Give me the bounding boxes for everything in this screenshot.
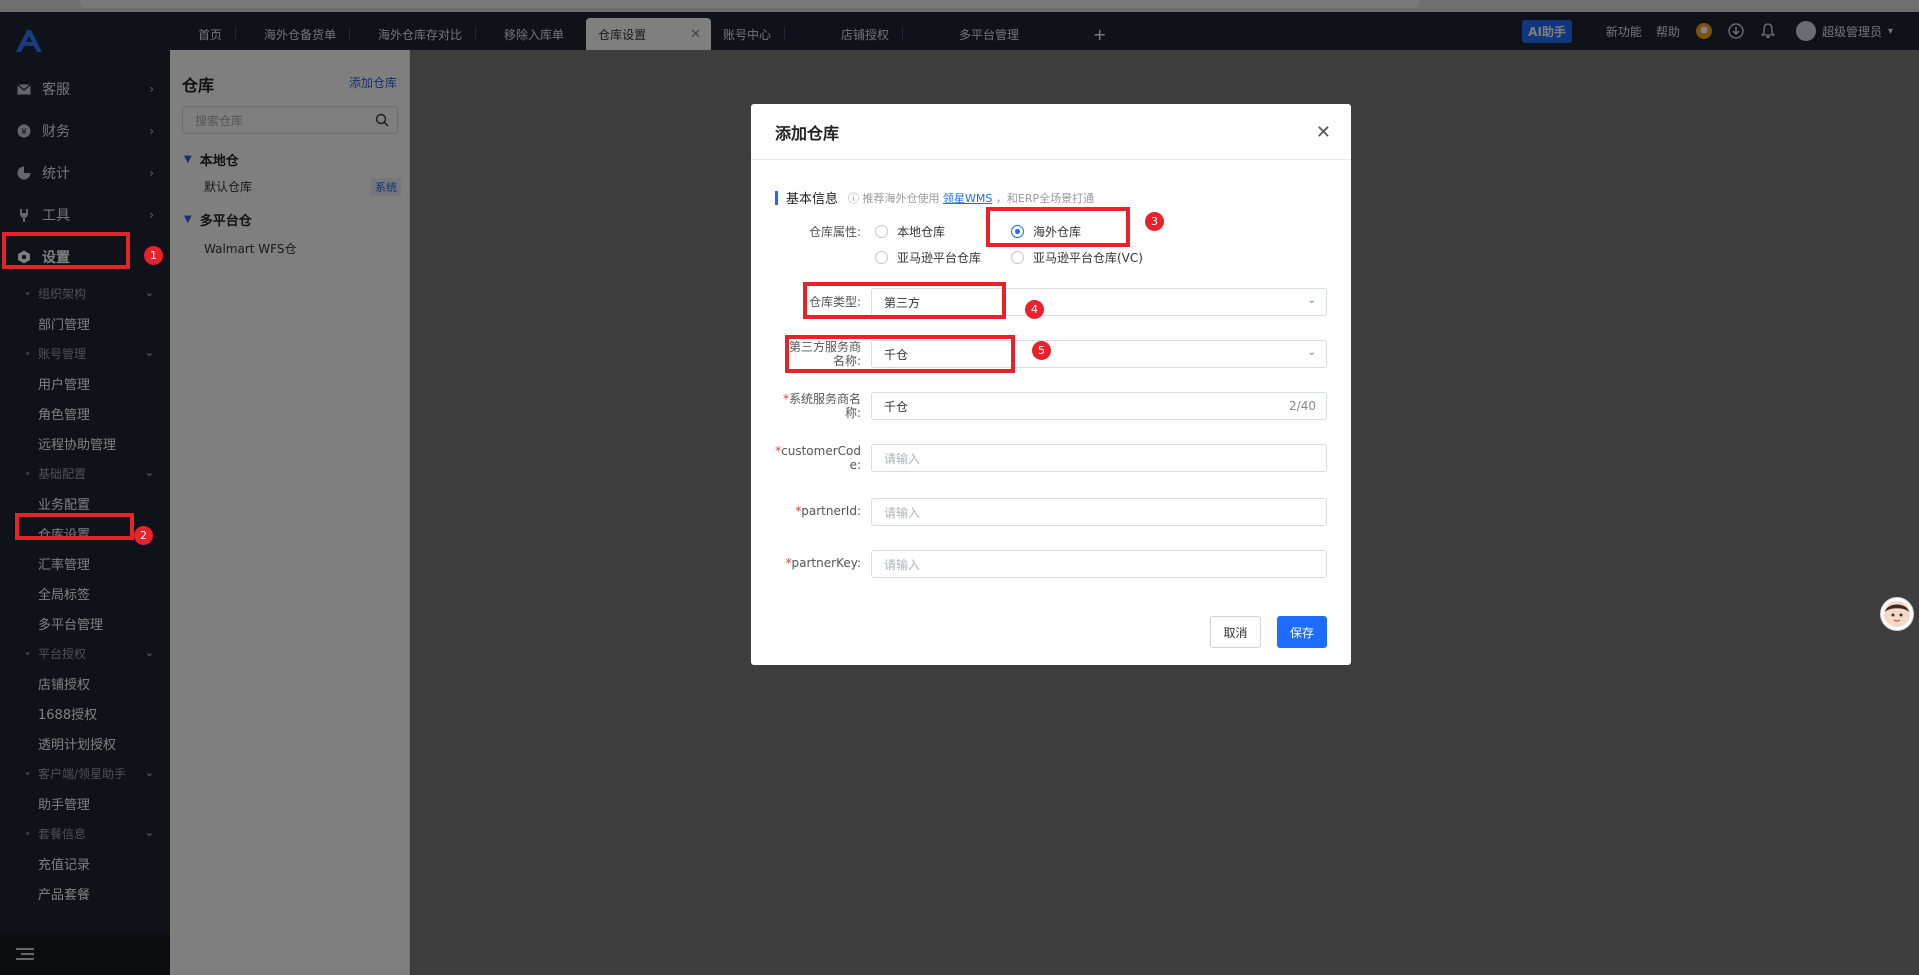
annotation-marker-5: 5	[1032, 341, 1051, 360]
wms-hint: ⓘ 推荐海外仓使用 领星WMS ，和ERP全场景打通	[848, 191, 1095, 205]
annotation-box-3	[986, 207, 1130, 247]
section-basic-info: 基本信息 ⓘ 推荐海外仓使用 领星WMS ，和ERP全场景打通	[775, 188, 1094, 207]
partner-id-label: *partnerId:	[795, 504, 861, 518]
partner-key-label: *partnerKey:	[785, 556, 861, 570]
radio-amazon-warehouse[interactable]: 亚马逊平台仓库	[875, 249, 981, 266]
annotation-marker-2: 2	[134, 526, 153, 545]
annotation-box-4	[803, 282, 1006, 319]
radio-local-warehouse[interactable]: 本地仓库	[875, 223, 945, 240]
annotation-box-2	[15, 513, 134, 540]
cancel-button[interactable]: 取消	[1210, 616, 1261, 648]
wms-link[interactable]: 领星WMS	[943, 192, 992, 205]
close-icon[interactable]: ✕	[1316, 122, 1331, 143]
partner-id-input[interactable]: 请输入	[871, 498, 1327, 526]
warehouse-attr-label: 仓库属性:	[808, 225, 861, 239]
annotation-box-5	[785, 335, 1015, 373]
char-count: 2/40	[1289, 399, 1316, 413]
annotation-marker-1: 1	[144, 246, 163, 265]
chevron-down-icon: ⌄	[1307, 347, 1316, 358]
partner-key-input[interactable]: 请输入	[871, 550, 1327, 578]
annotation-marker-4: 4	[1025, 300, 1044, 319]
modal-header: 添加仓库 ✕	[751, 104, 1351, 160]
annotation-box-1	[2, 232, 130, 269]
system-provider-input[interactable]: 千仓 2/40	[871, 392, 1327, 420]
save-button[interactable]: 保存	[1277, 616, 1327, 648]
modal-title: 添加仓库	[775, 123, 840, 143]
radio-amazon-vc-warehouse[interactable]: 亚马逊平台仓库(VC)	[1011, 249, 1143, 266]
system-provider-label: *系统服务商名 称:	[782, 392, 861, 420]
customer-code-input[interactable]: 请输入	[871, 444, 1327, 472]
chevron-down-icon: ⌄	[1307, 295, 1316, 306]
assistant-face-icon	[1884, 601, 1910, 627]
floating-assistant-avatar[interactable]	[1880, 597, 1914, 631]
annotation-marker-3: 3	[1145, 212, 1164, 231]
add-warehouse-modal: 添加仓库 ✕ 基本信息 ⓘ 推荐海外仓使用 领星WMS ，和ERP全场景打通 仓…	[751, 104, 1351, 665]
customer-code-label: *customerCod e:	[775, 444, 861, 472]
